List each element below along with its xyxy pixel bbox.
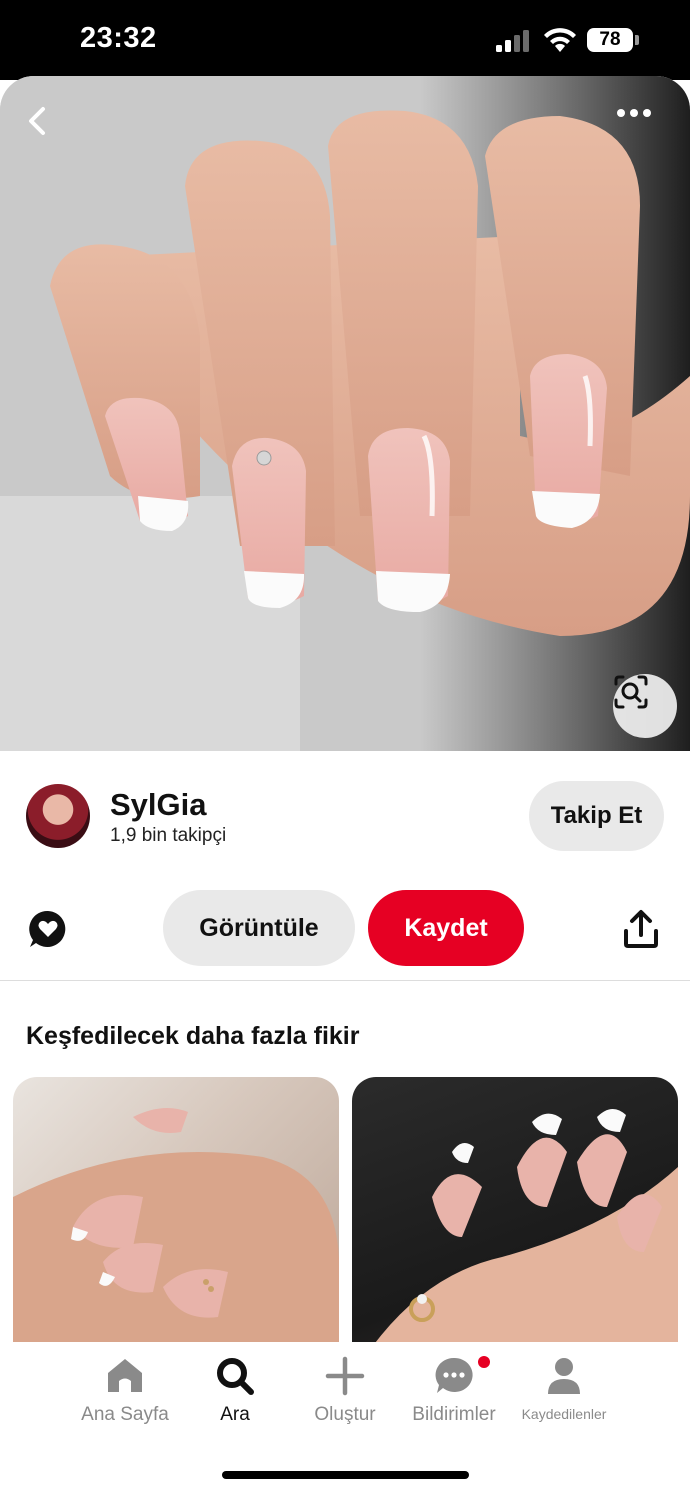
avatar[interactable] (26, 784, 90, 848)
nav-create-label: Oluştur (314, 1404, 376, 1425)
back-button[interactable] (26, 106, 70, 150)
more-horizontal-icon (617, 109, 651, 117)
battery-indicator: 78 (587, 28, 633, 52)
search-icon (217, 1358, 254, 1395)
follow-button[interactable]: Takip Et (529, 781, 664, 851)
nav-saved-label: Kaydedilenler (521, 1406, 607, 1422)
lens-icon (614, 675, 648, 709)
chevron-left-icon (29, 107, 45, 135)
nav-saved[interactable]: Kaydedilenler (510, 1342, 618, 1442)
profile-icon (548, 1358, 580, 1394)
nav-search-label: Ara (220, 1404, 250, 1425)
save-button[interactable]: Kaydet (368, 890, 524, 966)
nav-notifications-label: Bildirimler (412, 1404, 496, 1425)
more-options-button[interactable] (616, 108, 668, 140)
battery-tip (635, 35, 639, 45)
plus-icon (325, 1356, 365, 1396)
chat-bubble-icon (435, 1357, 473, 1393)
pin-image[interactable] (0, 76, 690, 751)
visual-search-button[interactable] (613, 674, 677, 738)
nav-create[interactable]: Oluştur (300, 1342, 390, 1442)
status-time: 23:32 (80, 22, 157, 54)
wifi-icon (544, 28, 576, 52)
nav-search[interactable]: Ara (195, 1342, 275, 1442)
more-ideas-heading: Keşfedilecek daha fazla fikir (26, 1022, 360, 1050)
follower-count: 1,9 bin takipçi (110, 825, 227, 846)
home-indicator (222, 1471, 469, 1479)
related-pin-card[interactable] (352, 1077, 678, 1377)
view-button[interactable]: Görüntüle (163, 890, 355, 966)
notification-badge (478, 1356, 490, 1368)
creator-name[interactable]: SylGia (110, 787, 207, 823)
pin-detail-screen: 23:32 78 SylGia 1,9 bin takipçi Takip Et… (0, 0, 690, 1493)
share-icon[interactable] (622, 909, 660, 949)
nav-notifications[interactable]: Bildirimler (404, 1342, 504, 1442)
related-pin-image (13, 1108, 339, 1377)
cellular-signal-icon (496, 30, 529, 52)
nav-home-label: Ana Sayfa (81, 1404, 169, 1425)
related-pin-card[interactable] (13, 1077, 339, 1377)
creator-row: SylGia 1,9 bin takipçi Takip Et (0, 751, 690, 871)
react-heart-icon[interactable] (28, 909, 68, 949)
related-pin-image (352, 1108, 678, 1377)
status-bar: 23:32 78 (0, 0, 690, 80)
pin-actions: Görüntüle Kaydet (0, 871, 690, 981)
nav-home[interactable]: Ana Sayfa (75, 1342, 175, 1442)
nails-illustration (0, 76, 690, 751)
home-icon (108, 1359, 142, 1392)
